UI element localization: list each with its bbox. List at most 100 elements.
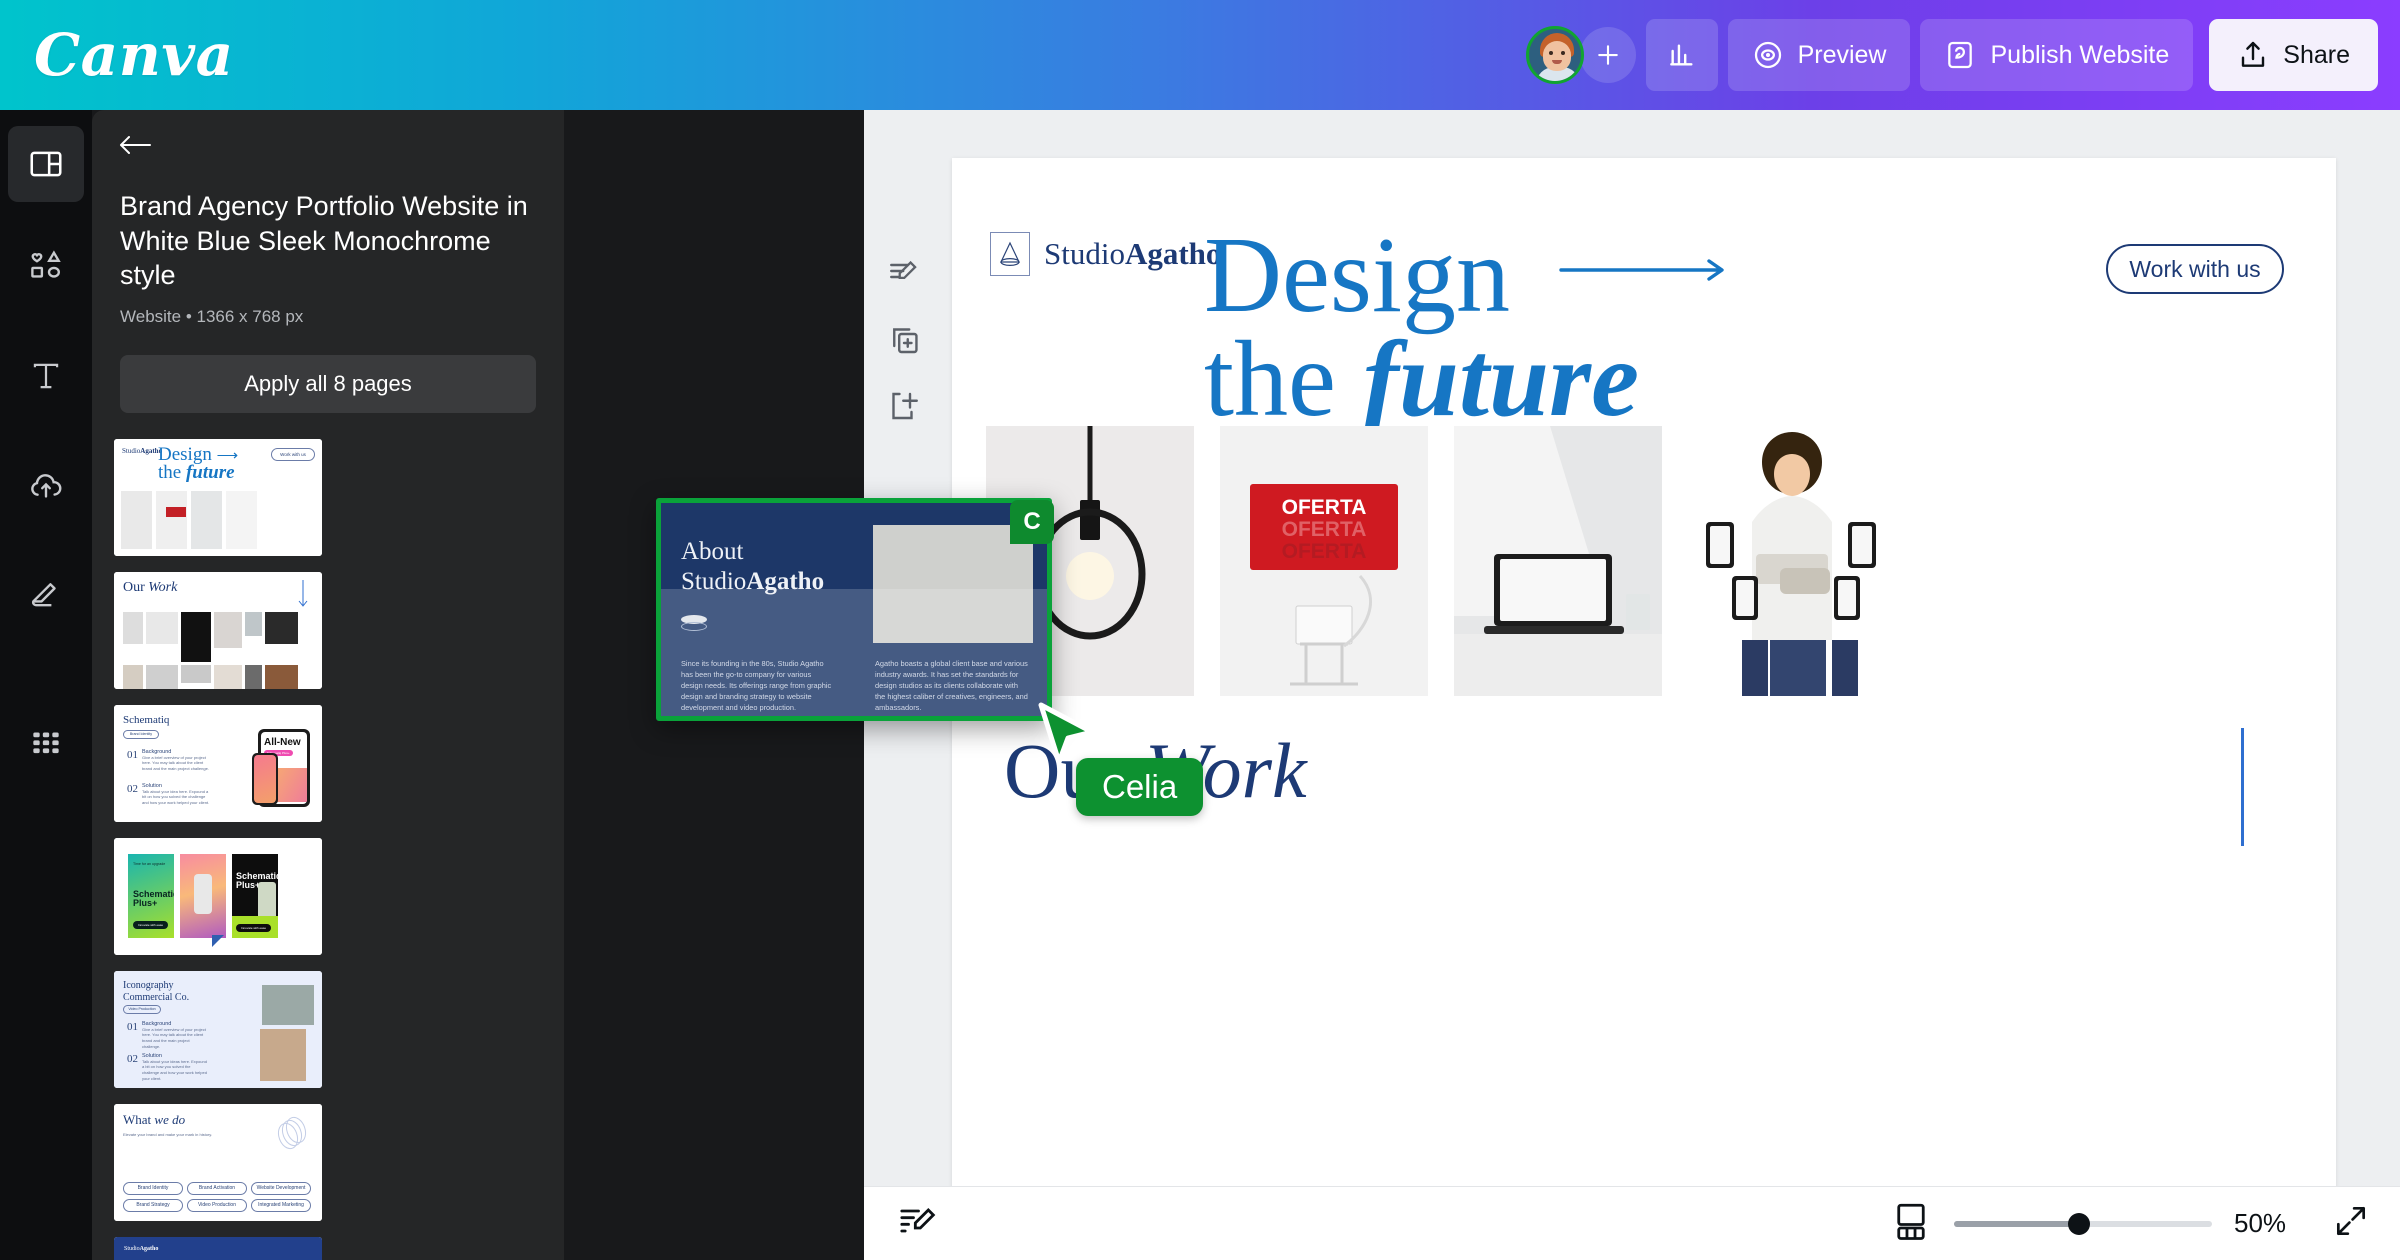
grid-view-button[interactable]: [1890, 1200, 1932, 1247]
notes-button[interactable]: [896, 1201, 936, 1246]
top-header: Canva Preview Publish Website Share: [0, 0, 2400, 110]
insights-button[interactable]: [1645, 19, 1718, 91]
work-with-us-button[interactable]: Work with us: [2106, 244, 2284, 294]
page-thumbnail-6[interactable]: What we do Elevate your brand and make y…: [114, 1103, 322, 1221]
svg-text:OFERTA: OFERTA: [1282, 496, 1367, 519]
header-actions: Preview Publish Website Share: [1525, 0, 2400, 110]
collaborator-cursor: Celia: [1036, 702, 1204, 816]
panel-subtitle: Website • 1366 x 768 px: [120, 306, 304, 326]
zoom-slider[interactable]: [1954, 1212, 2212, 1235]
bar-chart-icon: [1669, 44, 1693, 66]
sidebar-item-draw[interactable]: [8, 558, 84, 634]
dragged-page-thumbnail[interactable]: About StudioAgatho Since its founding in…: [656, 498, 1052, 721]
canva-logo[interactable]: Canva: [34, 21, 234, 89]
page-thumbnail-3[interactable]: Schematiq Brand Identity 01 Background G…: [114, 704, 322, 822]
collaborator-cursor-label: Celia: [1076, 758, 1204, 816]
long-arrow-icon: [1559, 196, 1729, 300]
thumb2-title: Our Work: [123, 579, 178, 595]
canvas-headline-line1: Design: [1204, 196, 1729, 330]
thumb-art-6: What we do Elevate your brand and make y…: [114, 1103, 322, 1221]
apply-all-pages-label: Apply all 8 pages: [244, 370, 412, 396]
avatar-mouth: [1551, 60, 1562, 64]
thumb1-cta: Work with us: [271, 447, 315, 461]
canvas-headline: Design the future: [1204, 196, 1729, 439]
publish-website-button[interactable]: Publish Website: [1920, 19, 2194, 91]
fullscreen-button[interactable]: [2332, 1202, 2370, 1245]
sidebar-item-elements[interactable]: [8, 228, 84, 304]
cloud-upload-icon: [31, 474, 62, 498]
publish-icon: [1948, 41, 1973, 69]
gallery-oferta-screen: OFERTA OFERTA OFERTA: [1220, 426, 1428, 696]
apply-all-pages-button[interactable]: Apply all 8 pages: [120, 354, 536, 413]
thumb3-tag: Brand Identity: [123, 729, 159, 739]
zoom-slider-knob[interactable]: [2068, 1212, 2090, 1235]
zoom-value: 50%: [2234, 1208, 2287, 1238]
page-thumbnail-5[interactable]: Iconography Commercial Co. Video Producti…: [114, 970, 322, 1088]
work-with-us-label: Work with us: [2129, 255, 2261, 282]
thumb1-title: Design ⟶ the future: [158, 443, 239, 483]
layout-icon: [30, 151, 62, 177]
back-button[interactable]: [118, 132, 152, 163]
thumb-art-2: Our Work: [114, 571, 322, 689]
canvas-gallery: OFERTA OFERTA OFERTA: [986, 426, 1896, 696]
gallery-laptop-desk: [1454, 426, 1662, 696]
publish-label: Publish Website: [1990, 40, 2170, 69]
canvas-page-header: StudioAgatho Design the future Work with…: [952, 158, 2336, 433]
thumb5-tag: Video Production: [123, 1004, 161, 1014]
share-button[interactable]: Share: [2209, 19, 2378, 91]
edit-notes-button[interactable]: [880, 250, 928, 298]
dragged-page-title: About StudioAgatho: [681, 538, 825, 595]
page-grid-icon: [1897, 1203, 1925, 1240]
canvas-logo: StudioAgatho: [990, 232, 1221, 276]
cone-logo-icon: [990, 232, 1030, 276]
arrow-left-icon: [120, 136, 151, 154]
thumb5-title: Iconography Commercial Co.: [123, 979, 190, 1003]
avatar-face: [1542, 41, 1571, 71]
thumb-art-1: StudioAgatho Design ⟶ the future Work wi…: [114, 438, 322, 556]
notes-pencil-icon: [890, 260, 917, 280]
page-thumbnail-7[interactable]: StudioAgatho Make yourmark Work with us …: [114, 1236, 322, 1260]
zoom-slider-fill: [1954, 1220, 2078, 1227]
grid-icon: [33, 732, 59, 754]
page-thumbnail-1[interactable]: StudioAgatho Design ⟶ the future Work wi…: [114, 438, 322, 556]
plus-icon: [1597, 45, 1618, 65]
sidebar-item-design[interactable]: [8, 126, 84, 202]
svg-text:OFERTA: OFERTA: [1282, 540, 1367, 563]
thumb-art-5: Iconography Commercial Co. Video Producti…: [114, 970, 322, 1088]
down-arrow-icon: [298, 579, 308, 607]
rings-decoration-icon: [277, 1116, 307, 1149]
sidebar-item-uploads[interactable]: [8, 448, 84, 524]
thumb-art-3: Schematiq Brand Identity 01 Background G…: [114, 704, 322, 822]
canvas-headline-line2: the future: [1204, 319, 1640, 439]
eye-icon: [1754, 41, 1781, 69]
add-page-icon: [892, 392, 918, 420]
design-panel: Brand Agency Portfolio Website in White …: [92, 110, 564, 1260]
page-thumbnail-4[interactable]: Time for an upgrade Schematiq Plus+ Inno…: [114, 837, 322, 955]
triangle-marker-icon: [212, 934, 224, 947]
thumb6-title: What we do: [123, 1111, 186, 1127]
notes-pencil-icon: [900, 1207, 936, 1233]
sidebar-item-apps[interactable]: [8, 704, 84, 780]
canvas-accent-rule: [2241, 728, 2244, 846]
shapes-icon: [31, 250, 61, 278]
collaborator-badge: C: [1010, 500, 1054, 544]
canvas-logo-text: StudioAgatho: [1044, 236, 1222, 271]
text-icon: [33, 363, 59, 389]
thumb7-logo: StudioAgatho: [124, 1245, 159, 1252]
page-tools: [880, 250, 928, 430]
sidebar-item-text[interactable]: [8, 338, 84, 414]
design-canvas[interactable]: StudioAgatho Design the future Work with…: [952, 158, 2336, 1240]
page-thumbnail-2[interactable]: Our Work: [114, 571, 322, 689]
thumb3-title: Schematiq: [123, 713, 170, 726]
tool-rail: [0, 110, 92, 1260]
preview-label: Preview: [1797, 40, 1887, 69]
add-page-button[interactable]: [880, 382, 928, 430]
preview-button[interactable]: Preview: [1727, 19, 1911, 91]
pen-icon: [31, 583, 56, 607]
duplicate-page-button[interactable]: [880, 316, 928, 364]
add-collaborator-button[interactable]: [1579, 27, 1636, 83]
svg-text:OFERTA: OFERTA: [1282, 518, 1367, 541]
avatar[interactable]: [1525, 26, 1584, 84]
share-upload-icon: [2242, 41, 2265, 67]
thumb-art-7: StudioAgatho Make yourmark Work with us …: [114, 1236, 322, 1260]
